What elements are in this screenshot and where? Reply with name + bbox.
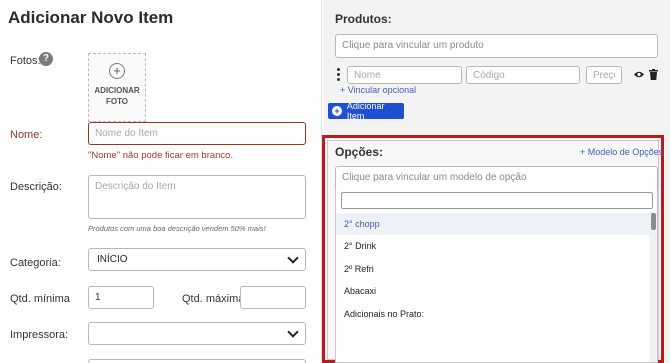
add-item-button[interactable]: + Adicionar Item: [328, 101, 404, 121]
description-textarea[interactable]: [88, 175, 306, 219]
link-option-model-select[interactable]: Clique para vincular um modelo de opção: [335, 166, 658, 189]
drag-handle-icon[interactable]: [335, 68, 341, 82]
qty-min-label: Qtd. mínima: [10, 293, 70, 305]
category-select[interactable]: INÍCIO: [88, 248, 306, 271]
name-input[interactable]: [88, 122, 306, 145]
add-photo-button[interactable]: + ADICIONAR FOTO: [88, 53, 146, 122]
link-product-select[interactable]: Clique para vincular um produto: [335, 34, 658, 58]
printer-label: Impressora:: [10, 329, 69, 341]
page-title: Adicionar Novo Item: [8, 8, 174, 27]
plus-circle-icon: +: [332, 106, 342, 116]
product-name-input[interactable]: [347, 66, 462, 84]
option-model-link[interactable]: + Modelo de Opções: [580, 147, 663, 157]
eye-icon[interactable]: [633, 70, 645, 79]
dropdown-option[interactable]: Adicionais no Prato:: [336, 303, 652, 325]
name-error-message: "Nome" não pode ficar em branco.: [88, 150, 234, 161]
trash-icon[interactable]: [649, 69, 658, 80]
chevron-down-icon: [287, 251, 299, 264]
category-label: Categoria:: [10, 257, 61, 269]
dropdown-option[interactable]: Abacaxi: [336, 280, 652, 302]
products-title: Produtos:: [335, 12, 392, 26]
dropdown-search-input[interactable]: [341, 192, 653, 209]
dropdown-scrollbar[interactable]: [650, 212, 657, 362]
add-item-label: Adicionar Item: [346, 101, 385, 121]
description-label: Descrição:: [10, 181, 62, 193]
next-field-edge: [88, 359, 306, 363]
qty-max-label: Qtd. máxima:: [182, 293, 248, 305]
dropdown-scrollbar-thumb[interactable]: [651, 213, 656, 230]
name-label: Nome:: [10, 129, 43, 141]
description-hint: Produtos com uma boa descrição vendem 50…: [88, 224, 266, 233]
plus-icon: +: [109, 63, 125, 79]
dropdown-option[interactable]: 2º Refri: [336, 258, 652, 280]
option-model-dropdown: 2° chopp 2° Drink 2º Refri Abacaxi Adici…: [335, 188, 658, 363]
link-optional-link[interactable]: + Vincular opcional: [340, 85, 416, 95]
qty-min-input[interactable]: [88, 286, 154, 309]
chevron-down-icon: [287, 325, 299, 338]
dropdown-option[interactable]: 2° Drink: [336, 235, 652, 257]
qty-max-input[interactable]: [240, 286, 306, 309]
printer-select[interactable]: [88, 322, 306, 345]
add-photo-label: ADICIONAR FOTO: [94, 86, 140, 106]
options-title: Opções:: [335, 145, 384, 159]
product-code-input[interactable]: [466, 66, 580, 84]
product-price-input[interactable]: [586, 66, 622, 84]
dropdown-option[interactable]: 2° chopp: [336, 213, 652, 235]
category-value: INÍCIO: [97, 254, 128, 265]
help-icon[interactable]: ?: [39, 52, 53, 66]
photos-label: Fotos:: [10, 55, 41, 67]
